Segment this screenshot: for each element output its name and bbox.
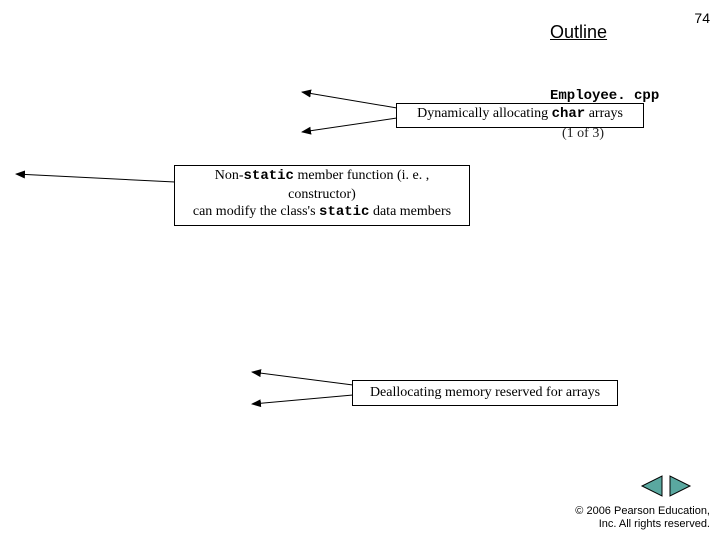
source-filename: Employee. cpp	[550, 88, 659, 104]
outline-heading: Outline	[550, 22, 607, 43]
copyright: © 2006 Pearson Education, Inc. All right…	[575, 505, 710, 533]
callout-mono: static	[244, 168, 294, 184]
callout-mono: static	[319, 204, 369, 220]
callout-text: Deallocating memory reserved for arrays	[370, 385, 600, 400]
callout-text: arrays	[585, 106, 623, 121]
callout-line: Non-static member function (i. e. , cons…	[181, 167, 463, 203]
arrow-annotations	[0, 0, 720, 540]
next-button[interactable]	[670, 476, 690, 496]
callout-text: data members	[369, 204, 451, 219]
page-number: 74	[694, 10, 710, 26]
nav-buttons	[640, 474, 696, 498]
copyright-line: © 2006 Pearson Education,	[575, 505, 710, 519]
callout-line: can modify the class's static data membe…	[181, 203, 463, 222]
callout-deallocating: Deallocating memory reserved for arrays	[352, 380, 618, 406]
page-part-indicator: (1 of 3)	[562, 126, 604, 142]
prev-button[interactable]	[642, 476, 662, 496]
callout-text: can modify the class's	[193, 204, 319, 219]
slide: Outline 74 Employee. cpp (1 of 3) Dynami…	[0, 0, 720, 540]
callout-text: member function (i. e. , constructor)	[288, 168, 429, 202]
callout-text: Non-	[215, 168, 244, 183]
callout-nonstatic-member: Non-static member function (i. e. , cons…	[174, 165, 470, 226]
callout-text: Dynamically allocating	[417, 106, 552, 121]
copyright-line: Inc. All rights reserved.	[575, 518, 710, 532]
callout-dynamic-allocation: Dynamically allocating char arrays	[396, 103, 644, 128]
callout-mono: char	[552, 106, 586, 122]
